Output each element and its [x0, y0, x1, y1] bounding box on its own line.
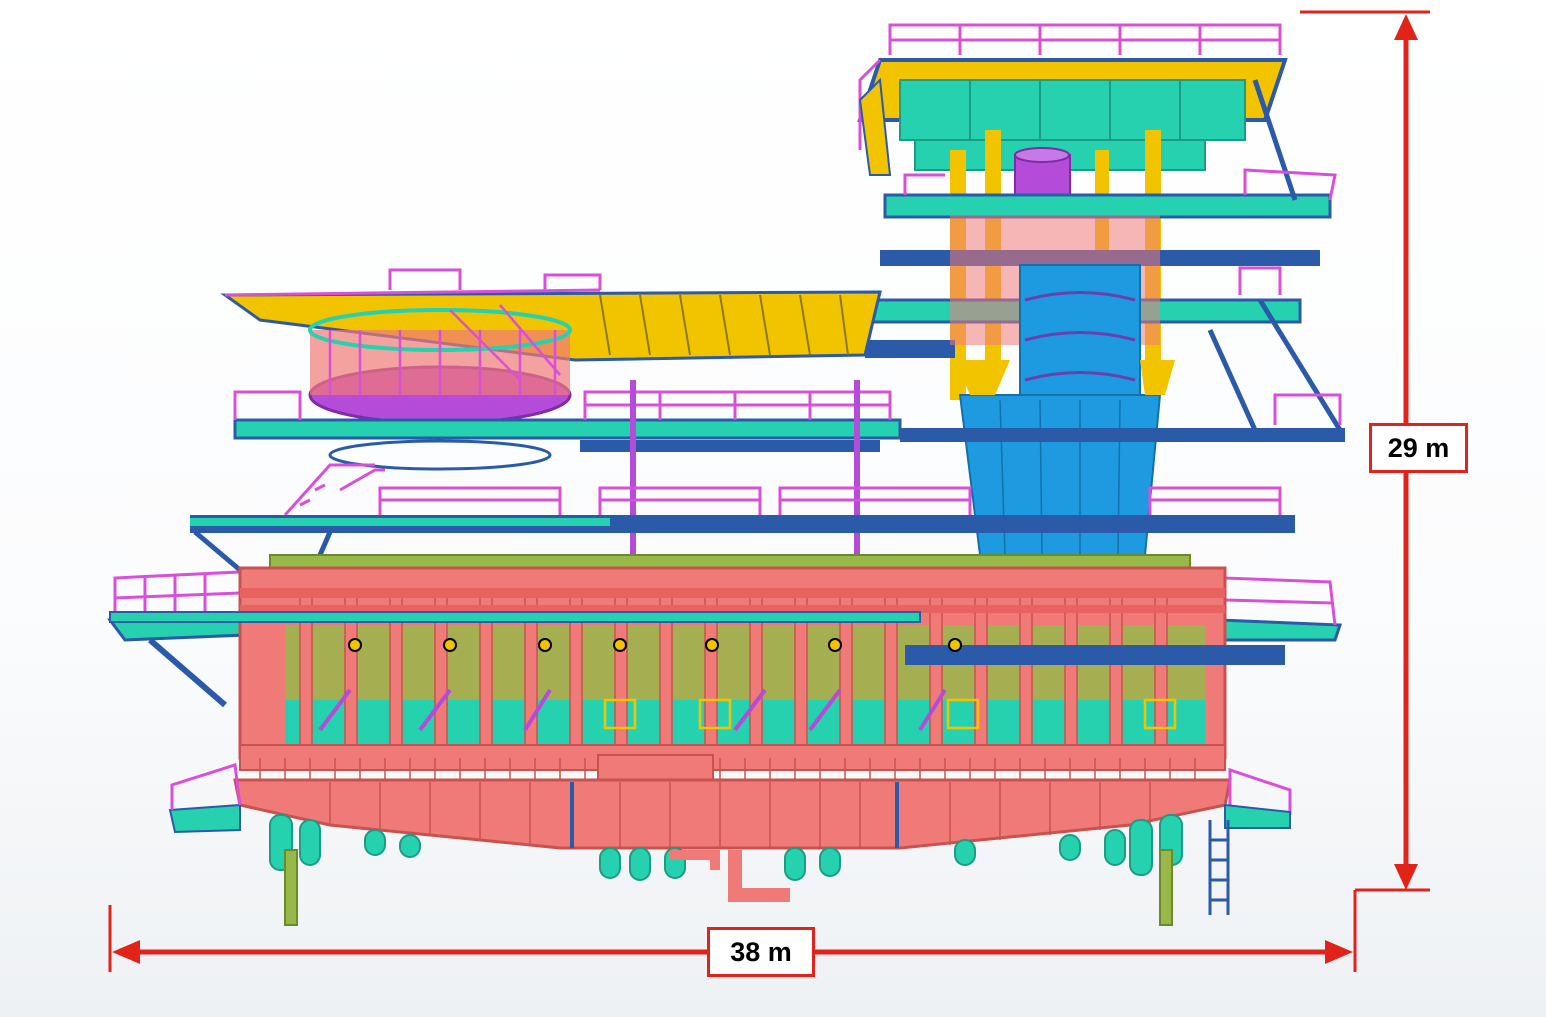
- main-module: [107, 554, 1343, 926]
- height-dimension-label: 29 m: [1369, 423, 1468, 473]
- module-diagram: [107, 10, 1430, 972]
- arrowhead-down: [1394, 864, 1418, 890]
- arrowhead-up: [1394, 14, 1418, 40]
- width-dimension-label: 38 m: [707, 927, 815, 977]
- upper-tower: [857, 23, 1343, 556]
- arrowhead-right: [1325, 940, 1353, 964]
- arrowhead-left: [112, 940, 140, 964]
